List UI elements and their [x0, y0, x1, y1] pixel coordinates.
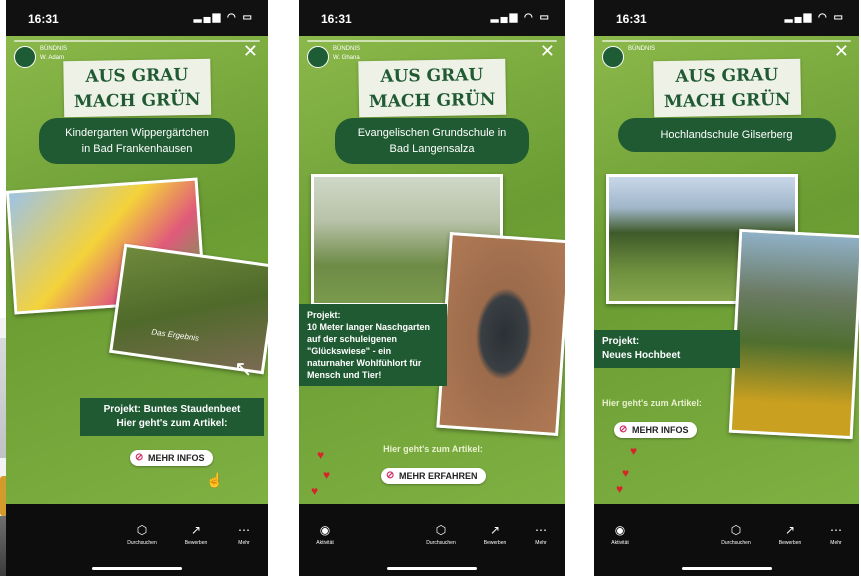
account-avatar[interactable] [602, 46, 624, 68]
browse-icon: ⬡ [730, 523, 742, 537]
nav-mehr[interactable]: ⋯ Mehr [521, 522, 561, 546]
campaign-banner: AUS GRAU MACH GRÜN [63, 58, 211, 118]
heart-icon: ♥ [622, 466, 630, 480]
more-info-sticker[interactable]: ⊘ MEHR INFOS [614, 422, 697, 438]
more-icon: ⋯ [830, 523, 842, 537]
nav-bewerben[interactable]: ↗ Bewerben [176, 522, 216, 546]
bottom-nav: ⬡ Durchsuchen ↗ Bewerben ⋯ Mehr [6, 504, 268, 576]
kids-hochbeet-photo [728, 228, 859, 440]
nav-durchsuchen[interactable]: ⬡ Durchsuchen [122, 522, 162, 546]
phone-screen-2: 16:31 ▂▄▆ ◠ ▭ BÜNDNIS W. Ghana ✕ AUS GRAU M… [299, 0, 565, 576]
account-name[interactable]: BÜNDNIS [40, 45, 67, 54]
more-icon: ⋯ [535, 523, 547, 537]
home-indicator[interactable] [92, 567, 182, 570]
trend-icon: ↗ [190, 523, 202, 537]
footprint-stone-photo [436, 231, 565, 437]
status-time: 16:31 [28, 12, 59, 26]
article-link-label: Hier geht's zum Artikel: [602, 398, 702, 408]
phone-screen-3: 16:31 ▂▄▆ ◠ ▭ BÜNDNIS ✕ AUS GRAU MACH GRÜN… [594, 0, 859, 576]
link-icon: ⊘ [619, 424, 628, 435]
account-name[interactable]: BÜNDNIS [333, 45, 360, 54]
arrow-icon: ↖ [234, 356, 253, 381]
home-indicator[interactable] [681, 567, 772, 570]
status-time: 16:31 [321, 12, 352, 26]
school-label: Evangelischen Grundschule in Bad Langensa… [335, 118, 529, 164]
link-icon: ⊘ [135, 452, 144, 463]
heart-icon: ♥ [317, 448, 325, 462]
heart-icon: ♥ [616, 482, 624, 496]
heart-icon: ♥ [323, 468, 331, 482]
trend-icon: ↗ [489, 523, 501, 537]
nav-durchsuchen[interactable]: ⬡ Durchsuchen [421, 522, 461, 546]
close-icon[interactable]: ✕ [834, 42, 849, 60]
nav-bewerben[interactable]: ↗ Bewerben [770, 522, 810, 546]
hand-cursor-icon: ☝ [206, 472, 224, 488]
more-info-sticker[interactable]: ⊘ MEHR ERFAHREN [381, 468, 486, 484]
heart-icon: ♥ [630, 444, 638, 458]
account-name[interactable]: BÜNDNIS [628, 45, 655, 54]
home-indicator[interactable] [387, 567, 477, 570]
browse-icon: ⬡ [136, 523, 148, 537]
campaign-banner: AUS GRAU MACH GRÜN [358, 58, 506, 118]
eye-icon: ◉ [319, 523, 331, 537]
account-sub: W. Ghana [333, 55, 360, 61]
bottom-nav: ◉ Aktivität ⬡ Durchsuchen ↗ Bewerben ⋯ Mehr [594, 504, 859, 576]
link-icon: ⊘ [386, 470, 395, 481]
close-icon[interactable]: ✕ [540, 42, 555, 60]
nav-bewerben[interactable]: ↗ Bewerben [475, 522, 515, 546]
eye-icon: ◉ [614, 523, 626, 537]
account-avatar[interactable] [14, 46, 36, 68]
phone-screen-1: 16:31 ▂▄▆ ◠ ▭ BÜNDNIS W. Adam ✕ AUS GRAU MA… [6, 0, 268, 576]
project-label: Projekt: 10 Meter langer Naschgarten auf… [299, 304, 447, 386]
nav-aktivitaet[interactable]: ◉ Aktivität [600, 522, 640, 546]
story-view[interactable]: BÜNDNIS ✕ AUS GRAU MACH GRÜN Hochlandschu… [594, 36, 859, 504]
story-view[interactable]: BÜNDNIS W. Adam ✕ AUS GRAU MACH GRÜN Kinde… [6, 36, 268, 504]
heart-icon: ♥ [311, 484, 319, 498]
flowerbed-photo: Das Ergebnis [109, 243, 268, 375]
browse-icon: ⬡ [435, 523, 447, 537]
article-link-label: Hier geht's zum Artikel: [383, 444, 483, 454]
story-progress-bar [307, 40, 557, 42]
status-time: 16:31 [616, 12, 647, 26]
nav-mehr[interactable]: ⋯ Mehr [224, 522, 264, 546]
campaign-banner: AUS GRAU MACH GRÜN [652, 58, 801, 118]
close-icon[interactable]: ✕ [243, 42, 258, 60]
project-label: Projekt: Neues Hochbeet [594, 330, 740, 368]
project-label: Projekt: Buntes Staudenbeet Hier geht's z… [80, 398, 264, 436]
trend-icon: ↗ [784, 523, 796, 537]
more-icon: ⋯ [238, 523, 250, 537]
nav-aktivitaet[interactable]: ◉ Aktivität [305, 522, 345, 546]
school-label: Kindergarten Wippergärtchen in Bad Franke… [39, 118, 235, 164]
school-label: Hochlandschule Gilserberg [617, 118, 836, 152]
account-avatar[interactable] [307, 46, 329, 68]
more-info-sticker[interactable]: ⊘ MEHR INFOS [130, 450, 213, 466]
nav-durchsuchen[interactable]: ⬡ Durchsuchen [716, 522, 756, 546]
status-icons: ▂▄▆ ◠ ▭ [490, 12, 551, 23]
story-progress-bar [602, 40, 851, 42]
photo-caption: Das Ergebnis [150, 327, 200, 343]
story-progress-bar [14, 40, 260, 42]
bottom-nav: ◉ Aktivität ⬡ Durchsuchen ↗ Bewerben ⋯ Mehr [299, 504, 565, 576]
status-icons: ▂▄▆ ◠ ▭ [193, 12, 254, 23]
story-view[interactable]: BÜNDNIS W. Ghana ✕ AUS GRAU MACH GRÜN Evan… [299, 36, 565, 504]
nav-mehr[interactable]: ⋯ Mehr [816, 522, 856, 546]
status-icons: ▂▄▆ ◠ ▭ [784, 12, 845, 23]
